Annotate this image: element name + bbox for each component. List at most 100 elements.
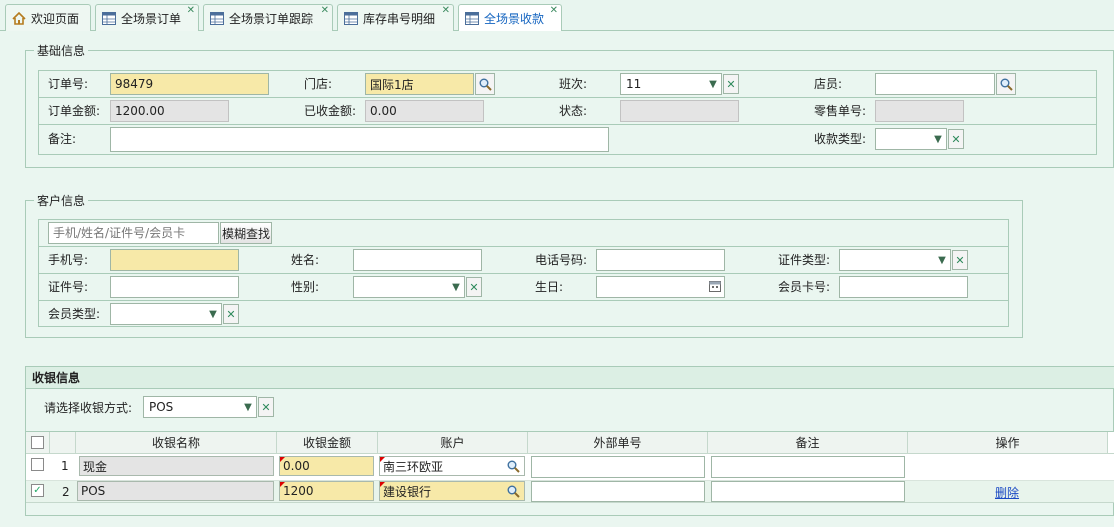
order-amount-label: 订单金额: [48,104,101,118]
column-header[interactable]: 外部单号 [528,432,708,453]
order-no-input[interactable] [110,73,269,95]
status-input [620,100,739,122]
tab-welcome[interactable]: 欢迎页面 [5,4,91,31]
account-cell[interactable]: 建设银行 [379,481,525,501]
column-header[interactable]: 收银名称 [76,432,277,453]
delete-link[interactable]: 删除 [995,484,1019,501]
select-all-checkbox[interactable] [31,436,44,449]
tab-fullscene-order-tracking[interactable]: 全场景订单跟踪 ✕ [203,4,333,31]
fuzzy-search-button[interactable]: 模糊查找 [220,222,272,244]
remark-input[interactable] [110,127,609,152]
name-label: 姓名: [291,253,320,267]
payment-type-label: 收款类型: [814,132,867,146]
clerk-search-button[interactable] [996,73,1016,95]
birthday-label: 生日: [535,280,564,294]
external-no-input[interactable] [531,481,705,502]
remark-input[interactable] [711,481,905,502]
received-amount-input [365,100,484,122]
payment-type-select[interactable]: ▼ [875,128,947,150]
column-header[interactable]: 备注 [708,432,908,453]
row-checkbox[interactable] [31,458,44,471]
tab-inventory-serial-detail[interactable]: 库存串号明细 ✕ [337,4,454,31]
store-label: 门店: [304,77,333,91]
column-header[interactable]: 操作 [908,432,1108,453]
cashier-method-select[interactable]: POS ▼ [143,396,257,418]
chevron-down-icon[interactable]: ▼ [448,277,464,297]
clerk-input[interactable] [875,73,995,95]
id-type-clear-icon[interactable]: ✕ [952,250,968,270]
telephone-label: 电话号码: [535,253,588,267]
amount-value: 0.00 [283,459,310,473]
row-number: 2 [62,485,70,499]
remark-label: 备注: [48,132,77,146]
id-type-select[interactable]: ▼ [839,249,951,271]
store-input[interactable] [365,73,474,95]
member-type-label: 会员类型: [48,307,101,321]
search-icon[interactable] [507,460,520,473]
chevron-down-icon[interactable]: ▼ [705,74,721,94]
cashier-name-cell: POS [77,481,274,501]
shift-value: 11 [626,77,642,91]
calendar-icon[interactable] [709,280,721,292]
telephone-input[interactable] [596,249,725,271]
table-icon [210,11,224,25]
store-search-button[interactable] [475,73,495,95]
tab-label: 全场景订单跟踪 [229,11,314,26]
tab-label: 库存串号明细 [363,11,436,26]
chevron-down-icon[interactable]: ▼ [934,250,950,270]
member-type-clear-icon[interactable]: ✕ [223,304,239,324]
home-icon [12,11,26,25]
phone-input[interactable] [110,249,239,271]
close-icon[interactable]: ✕ [187,6,195,16]
id-no-input[interactable] [110,276,239,298]
order-amount-input [110,100,229,122]
cashier-amount-cell[interactable]: 1200 [279,481,374,501]
status-label: 状态: [559,104,588,118]
shift-clear-icon[interactable]: ✕ [723,74,739,94]
tab-label: 全场景订单 [121,11,182,26]
shift-select[interactable]: 11 ▼ [620,73,722,95]
close-icon[interactable]: ✕ [442,6,450,16]
table-icon [102,11,116,25]
payment-type-clear-icon[interactable]: ✕ [948,129,964,149]
tab-fullscene-payment[interactable]: 全场景收款 ✕ [458,4,562,32]
required-marker [280,457,285,462]
id-type-label: 证件类型: [778,253,831,267]
gender-select[interactable]: ▼ [353,276,465,298]
header-row-number [50,432,76,453]
column-header[interactable]: 收银金额 [277,432,378,453]
external-no-input[interactable] [531,456,705,478]
remark-input[interactable] [711,456,905,478]
chevron-down-icon[interactable]: ▼ [240,397,256,417]
account-value: 建设银行 [383,484,432,499]
cashier-title: 收银信息 [32,371,81,385]
gender-clear-icon[interactable]: ✕ [466,277,482,297]
close-icon[interactable]: ✕ [321,6,329,16]
chevron-down-icon[interactable]: ▼ [930,129,946,149]
search-icon[interactable] [507,485,520,498]
birthday-input[interactable] [596,276,725,298]
cashier-header [26,367,1114,389]
tab-fullscene-order[interactable]: 全场景订单 ✕ [95,4,199,31]
table-icon [465,12,479,25]
cashier-amount-cell[interactable]: 0.00 [279,456,374,476]
customer-search-input[interactable] [48,222,219,244]
name-input[interactable] [353,249,482,271]
column-header[interactable]: 账户 [378,432,528,453]
close-icon[interactable]: ✕ [550,6,558,16]
member-card-label: 会员卡号: [778,280,831,294]
content-area: 基础信息 订单号: 门店: 班次: 11 ▼ ✕ 店员: 订单金额: 已收金额:… [0,31,1114,527]
phone-label: 手机号: [48,253,89,267]
cashier-method-clear-icon[interactable]: ✕ [258,397,274,417]
chevron-down-icon[interactable]: ▼ [205,304,221,324]
member-card-input[interactable] [839,276,968,298]
amount-value: 1200 [283,484,314,498]
account-value: 南三环欧亚 [383,459,444,474]
required-marker [380,482,385,487]
customer-info-legend: 客户信息 [37,194,86,208]
account-cell[interactable]: 南三环欧亚 [379,456,525,476]
table-row[interactable]: ✓ 2 POS 1200 建设银行 删除 [26,481,1114,502]
member-type-select[interactable]: ▼ [110,303,222,325]
row-checkbox[interactable]: ✓ [31,484,44,497]
id-no-label: 证件号: [48,280,89,294]
